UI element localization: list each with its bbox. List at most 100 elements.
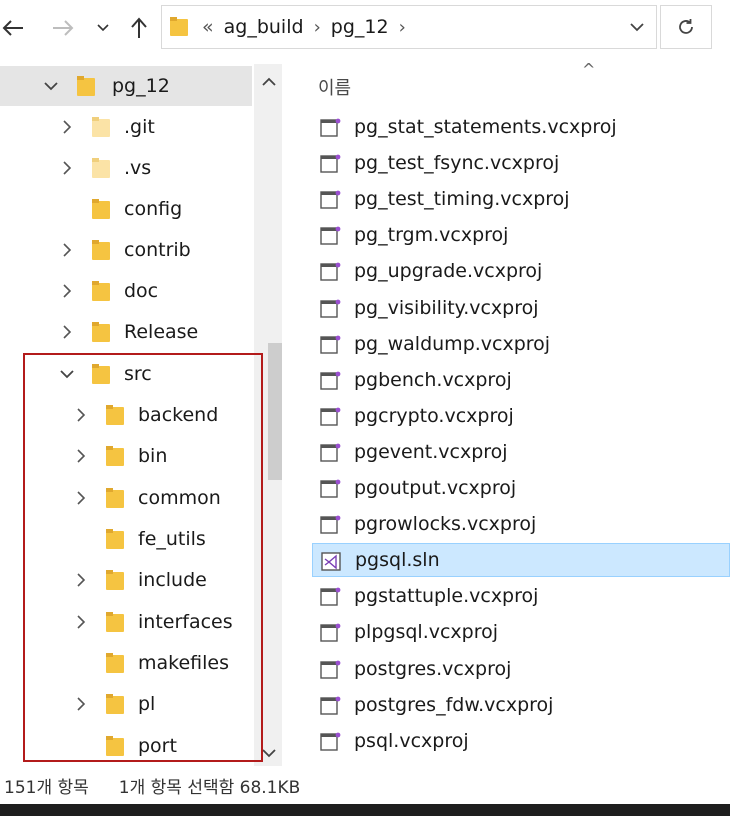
scrollbar-thumb[interactable] [268,343,282,480]
file-name: pgevent.vcxproj [354,441,508,463]
project-file-icon [320,118,341,137]
project-file-icon [320,443,341,462]
forward-button[interactable] [48,10,78,46]
project-file-icon [320,587,341,606]
project-file-icon [320,154,341,173]
file-name: pg_upgrade.vcxproj [354,260,543,282]
project-file-icon [320,660,341,679]
tree-item-label: contrib [124,239,191,261]
file-row[interactable]: pgbench.vcxproj [312,363,730,397]
tree-item-config[interactable]: config [0,189,252,229]
file-row[interactable]: pgoutput.vcxproj [312,471,730,505]
file-name: pgoutput.vcxproj [354,477,517,499]
tree-item-release[interactable]: Release [0,312,252,352]
tree-item-label: pg_12 [112,75,170,97]
refresh-icon [679,19,693,34]
file-name: pgstattuple.vcxproj [354,585,539,607]
taskbar-edge [0,804,730,816]
file-row[interactable]: postgres.vcxproj [312,652,730,686]
file-row[interactable]: pgsql.sln [312,543,730,577]
sort-ascending-icon: ^ [582,60,596,79]
file-name: pg_waldump.vcxproj [354,333,551,355]
up-button[interactable] [126,10,152,46]
project-file-icon [320,515,341,534]
tree-item-label: config [124,198,183,220]
project-file-icon [320,696,341,715]
file-name: pg_stat_statements.vcxproj [354,116,617,138]
folder-icon [92,117,110,137]
project-file-icon [320,190,341,209]
tree-item-label: .vs [124,157,152,179]
project-file-icon [320,299,341,318]
navigation-bar: « ag_build › pg_12 › [0,0,730,60]
project-file-icon [320,226,341,245]
tree-item-git[interactable]: .git [0,107,252,147]
file-name: pgcrypto.vcxproj [354,405,514,427]
chevron-right-icon[interactable] [58,241,76,259]
file-row[interactable]: pgevent.vcxproj [312,435,730,469]
file-name: pg_test_timing.vcxproj [354,188,570,210]
folder-icon [170,17,188,36]
forward-arrow-icon [53,20,74,36]
file-row[interactable]: pg_upgrade.vcxproj [312,254,730,288]
file-row[interactable]: pg_stat_statements.vcxproj [312,110,730,144]
file-row[interactable]: plpgsql.vcxproj [312,615,730,649]
file-row[interactable]: pg_trgm.vcxproj [312,218,730,252]
chevron-down-icon [97,24,109,32]
column-header-name[interactable]: 이름 [318,74,351,100]
tree-item-doc[interactable]: doc [0,271,252,311]
tree-item-contrib[interactable]: contrib [0,230,252,270]
back-button[interactable] [0,10,26,46]
annotation-highlight-box [23,353,263,762]
status-bar: 151개 항목 1개 항목 선택함 68.1KB [0,766,730,804]
file-row[interactable]: pgrowlocks.vcxproj [312,507,730,541]
file-row[interactable]: pgcrypto.vcxproj [312,399,730,433]
scroll-up-icon[interactable] [260,72,278,90]
breadcrumb-pg-12[interactable]: pg_12 [331,16,389,38]
tree-item-label: Release [124,321,199,343]
file-name: postgres_fdw.vcxproj [354,694,554,716]
breadcrumb-separator-icon[interactable]: › [399,17,406,38]
file-name: pg_visibility.vcxproj [354,297,539,319]
file-name: pg_test_fsync.vcxproj [354,152,560,174]
tree-item-vs[interactable]: .vs [0,148,252,188]
file-row[interactable]: pgstattuple.vcxproj [312,579,730,613]
file-name: pg_trgm.vcxproj [354,224,509,246]
project-file-icon [320,479,341,498]
selection-info: 1개 항목 선택함 68.1KB [118,777,301,798]
file-row[interactable]: pg_test_timing.vcxproj [312,182,730,216]
item-count: 151개 항목 [4,777,89,798]
file-row[interactable]: pg_waldump.vcxproj [312,327,730,361]
breadcrumb-overflow[interactable]: « [202,16,214,38]
refresh-button[interactable] [660,5,712,49]
file-name: psql.vcxproj [354,730,469,752]
folder-icon [92,322,110,342]
address-bar[interactable]: « ag_build › pg_12 › [161,5,657,49]
folder-icon [77,76,95,96]
chevron-right-icon[interactable] [58,323,76,341]
file-row[interactable]: pg_test_fsync.vcxproj [312,146,730,180]
tree-item-pg-12[interactable]: pg_12 [0,66,252,106]
recent-locations-button[interactable] [92,10,114,46]
folder-icon [92,281,110,301]
breadcrumb-separator-icon[interactable]: › [314,17,321,38]
project-file-icon [320,262,341,281]
file-row[interactable]: postgres_fdw.vcxproj [312,688,730,722]
project-file-icon [320,407,341,426]
chevron-right-icon[interactable] [58,282,76,300]
chevron-right-icon[interactable] [58,118,76,136]
address-dropdown-icon[interactable] [630,22,644,32]
file-name: plpgsql.vcxproj [354,621,499,643]
chevron-right-icon[interactable] [58,159,76,177]
file-row[interactable]: pg_visibility.vcxproj [312,291,730,325]
file-name: pgrowlocks.vcxproj [354,513,537,535]
breadcrumb-ag-build[interactable]: ag_build [224,16,304,38]
chevron-down-icon[interactable] [42,77,60,95]
file-list: ^ 이름 pg_stat_statements.vcxproj pg_test_f… [284,60,730,766]
file-name: postgres.vcxproj [354,658,512,680]
project-file-icon [320,335,341,354]
project-file-icon [320,732,341,751]
file-row[interactable]: psql.vcxproj [312,724,730,758]
folder-icon [92,199,110,219]
back-arrow-icon [2,20,23,36]
